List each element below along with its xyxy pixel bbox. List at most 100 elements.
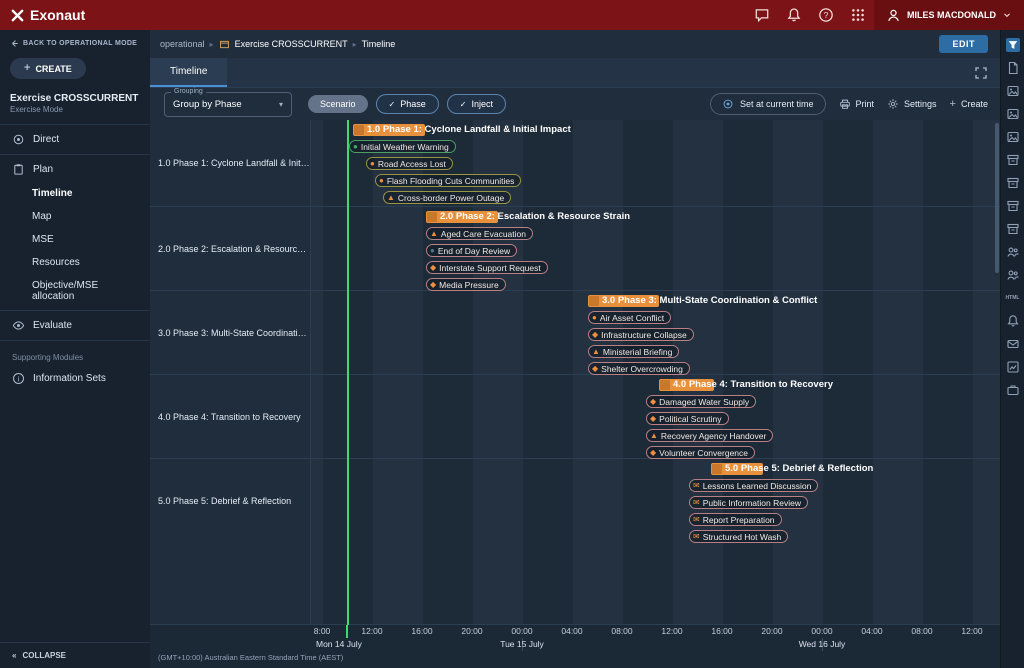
inject-chip-media-pressure[interactable]: ◆Media Pressure <box>426 278 506 291</box>
time-tick-label: 12:00 <box>961 626 982 636</box>
collapse-button[interactable]: « COLLAPSE <box>0 642 150 668</box>
user-menu[interactable]: MILES MACDONALD <box>874 0 1024 30</box>
sidebar-item-resources[interactable]: Resources <box>0 251 150 274</box>
image-icon[interactable] <box>1006 107 1020 121</box>
people-icon[interactable] <box>1006 268 1020 282</box>
inject-chip-damaged-water-supply[interactable]: ◆Damaged Water Supply <box>646 395 756 408</box>
grouping-label: Grouping <box>171 88 206 95</box>
inject-chip-ministerial-briefing[interactable]: ▲Ministerial Briefing <box>588 345 679 358</box>
time-tick-label: 08:00 <box>911 626 932 636</box>
sidebar-item-mse[interactable]: MSE <box>0 228 150 251</box>
day-axis: Mon 14 JulyTue 15 JulyWed 16 July <box>150 638 1000 651</box>
sidebar-item-evaluate[interactable]: Evaluate <box>0 313 150 338</box>
document-icon[interactable] <box>1006 61 1020 75</box>
diamond-orange-icon: ◆ <box>650 415 656 423</box>
tab-timeline[interactable]: Timeline <box>150 58 227 87</box>
edit-button[interactable]: EDIT <box>939 35 988 53</box>
exonaut-logo-icon <box>10 8 25 23</box>
divider <box>0 154 150 155</box>
grouping-value: Group by Phase <box>173 99 273 110</box>
mail-icon[interactable] <box>1006 337 1020 351</box>
inject-chip-road-access-lost[interactable]: ●Road Access Lost <box>366 157 453 170</box>
inject-chip-public-information-review[interactable]: ✉Public Information Review <box>689 496 808 509</box>
info-icon: i <box>12 372 25 385</box>
inject-chip-air-asset-conflict[interactable]: ●Air Asset Conflict <box>588 311 671 324</box>
exercise-mode-label: Exercise Mode <box>0 105 150 122</box>
sidebar-item-information-sets[interactable]: iInformation Sets <box>0 366 150 391</box>
inject-chip-flash-flooding-cuts-communities[interactable]: ●Flash Flooding Cuts Communities <box>375 174 521 187</box>
day-label: Tue 15 July <box>500 639 544 649</box>
inject-chip-lessons-learned-discussion[interactable]: ✉Lessons Learned Discussion <box>689 479 818 492</box>
toolbar-right-actions: Set at current time Print Settings + Cre… <box>710 93 988 115</box>
create-button[interactable]: + CREATE <box>10 58 86 79</box>
inject-chip-end-of-day-review[interactable]: ●End of Day Review <box>426 244 517 257</box>
inject-chip-political-scrutiny[interactable]: ◆Political Scrutiny <box>646 412 729 425</box>
help-icon[interactable]: ? <box>818 7 834 23</box>
breadcrumb-timeline[interactable]: Timeline <box>362 39 396 49</box>
sidebar-item-plan[interactable]: Plan <box>0 157 150 182</box>
printer-icon <box>839 98 851 110</box>
fullscreen-icon[interactable] <box>974 66 988 80</box>
timeline-toolbar: Grouping Group by Phase ▾ Scenario ✓ Pha… <box>150 88 1000 120</box>
settings-button[interactable]: Settings <box>887 98 937 110</box>
day-label: Wed 16 July <box>799 639 846 649</box>
image-icon[interactable] <box>1006 84 1020 98</box>
clock-dark-icon: ● <box>430 247 435 255</box>
phase-filter-chip[interactable]: ✓ Phase <box>376 94 439 114</box>
breadcrumb-exercise[interactable]: Exercise CROSSCURRENT <box>235 39 348 49</box>
archive-icon[interactable] <box>1006 176 1020 190</box>
warning-icon: ▲ <box>592 348 600 356</box>
inject-chip-cross-border-power-outage[interactable]: ▲Cross-border Power Outage <box>383 191 511 204</box>
supporting-modules-label: Supporting Modules <box>0 343 150 366</box>
notifications-bell-icon[interactable] <box>786 7 802 23</box>
bell-icon[interactable] <box>1006 314 1020 328</box>
phase-row-4-0-phase-4-transition-to-recovery: 4.0 Phase 4: Transition to Recovery◆Dama… <box>311 375 1000 459</box>
topbar: Exonaut ? MILES MACDONALD <box>0 0 1024 30</box>
inject-chip-aged-care-evacuation[interactable]: ▲Aged Care Evacuation <box>426 227 533 240</box>
sidebar-item-objective-mse-allocation[interactable]: Objective/MSE allocation <box>0 274 150 308</box>
time-tick-label: 16:00 <box>411 626 432 636</box>
inject-chip-report-preparation[interactable]: ✉Report Preparation <box>689 513 782 526</box>
briefcase-icon[interactable] <box>1006 383 1020 397</box>
archive-icon[interactable] <box>1006 199 1020 213</box>
html-icon[interactable]: HTML <box>1006 291 1020 305</box>
time-tick-label: 20:00 <box>461 626 482 636</box>
archive-icon[interactable] <box>1006 222 1020 236</box>
phase-row-label: 1.0 Phase 1: Cyclone Landfall & Initia..… <box>150 120 310 207</box>
inject-chip-interstate-support-request[interactable]: ◆Interstate Support Request <box>426 261 548 274</box>
print-button[interactable]: Print <box>839 98 875 110</box>
scenario-filter-chip[interactable]: Scenario <box>308 95 368 113</box>
inject-filter-chip[interactable]: ✓ Inject <box>447 94 506 114</box>
sidebar-item-timeline[interactable]: Timeline <box>0 182 150 205</box>
inject-chip-volunteer-convergence[interactable]: ◆Volunteer Convergence <box>646 446 755 459</box>
sidebar-item-map[interactable]: Map <box>0 205 150 228</box>
logo[interactable]: Exonaut <box>10 7 85 23</box>
diamond-orange-icon: ◆ <box>650 449 656 457</box>
back-to-operational-mode-link[interactable]: BACK TO OPERATIONAL MODE <box>0 30 150 53</box>
gantt-chart[interactable]: 1.0 Phase 1: Cyclone Landfall & Initial … <box>310 120 1000 625</box>
create-inject-button[interactable]: + Create <box>950 99 988 110</box>
image-icon[interactable] <box>1006 130 1020 144</box>
phase-bar-label: 2.0 Phase 2: Escalation & Resource Strai… <box>426 211 630 223</box>
sidebar: BACK TO OPERATIONAL MODE + CREATE Exerci… <box>0 30 150 668</box>
chart-icon[interactable] <box>1006 360 1020 374</box>
set-at-current-time-button[interactable]: Set at current time <box>710 93 826 115</box>
check-icon: ✓ <box>389 100 396 109</box>
inject-chip-structured-hot-wash[interactable]: ✉Structured Hot Wash <box>689 530 788 543</box>
people-icon[interactable] <box>1006 245 1020 259</box>
inject-chip-infrastructure-collapse[interactable]: ◆Infrastructure Collapse <box>588 328 694 341</box>
sidebar-item-direct[interactable]: Direct <box>0 127 150 152</box>
inject-chip-shelter-overcrowding[interactable]: ◆Shelter Overcrowding <box>588 362 690 375</box>
breadcrumb-operational[interactable]: operational <box>160 39 205 49</box>
chat-icon[interactable] <box>754 7 770 23</box>
archive-icon[interactable] <box>1006 153 1020 167</box>
inject-chip-recovery-agency-handover[interactable]: ▲Recovery Agency Handover <box>646 429 773 442</box>
vertical-scrollbar[interactable] <box>995 123 999 273</box>
phase-bar-label: 5.0 Phase 5: Debrief & Reflection <box>711 463 873 475</box>
apps-grid-icon[interactable] <box>850 7 866 23</box>
inject-chip-initial-weather-warning[interactable]: ●Initial Weather Warning <box>349 140 456 153</box>
filter-icon[interactable] <box>1006 38 1020 52</box>
diamond-orange-icon: ◆ <box>592 365 598 373</box>
grouping-select[interactable]: Grouping Group by Phase ▾ <box>164 92 292 117</box>
tab-bar: Timeline <box>150 58 1000 88</box>
